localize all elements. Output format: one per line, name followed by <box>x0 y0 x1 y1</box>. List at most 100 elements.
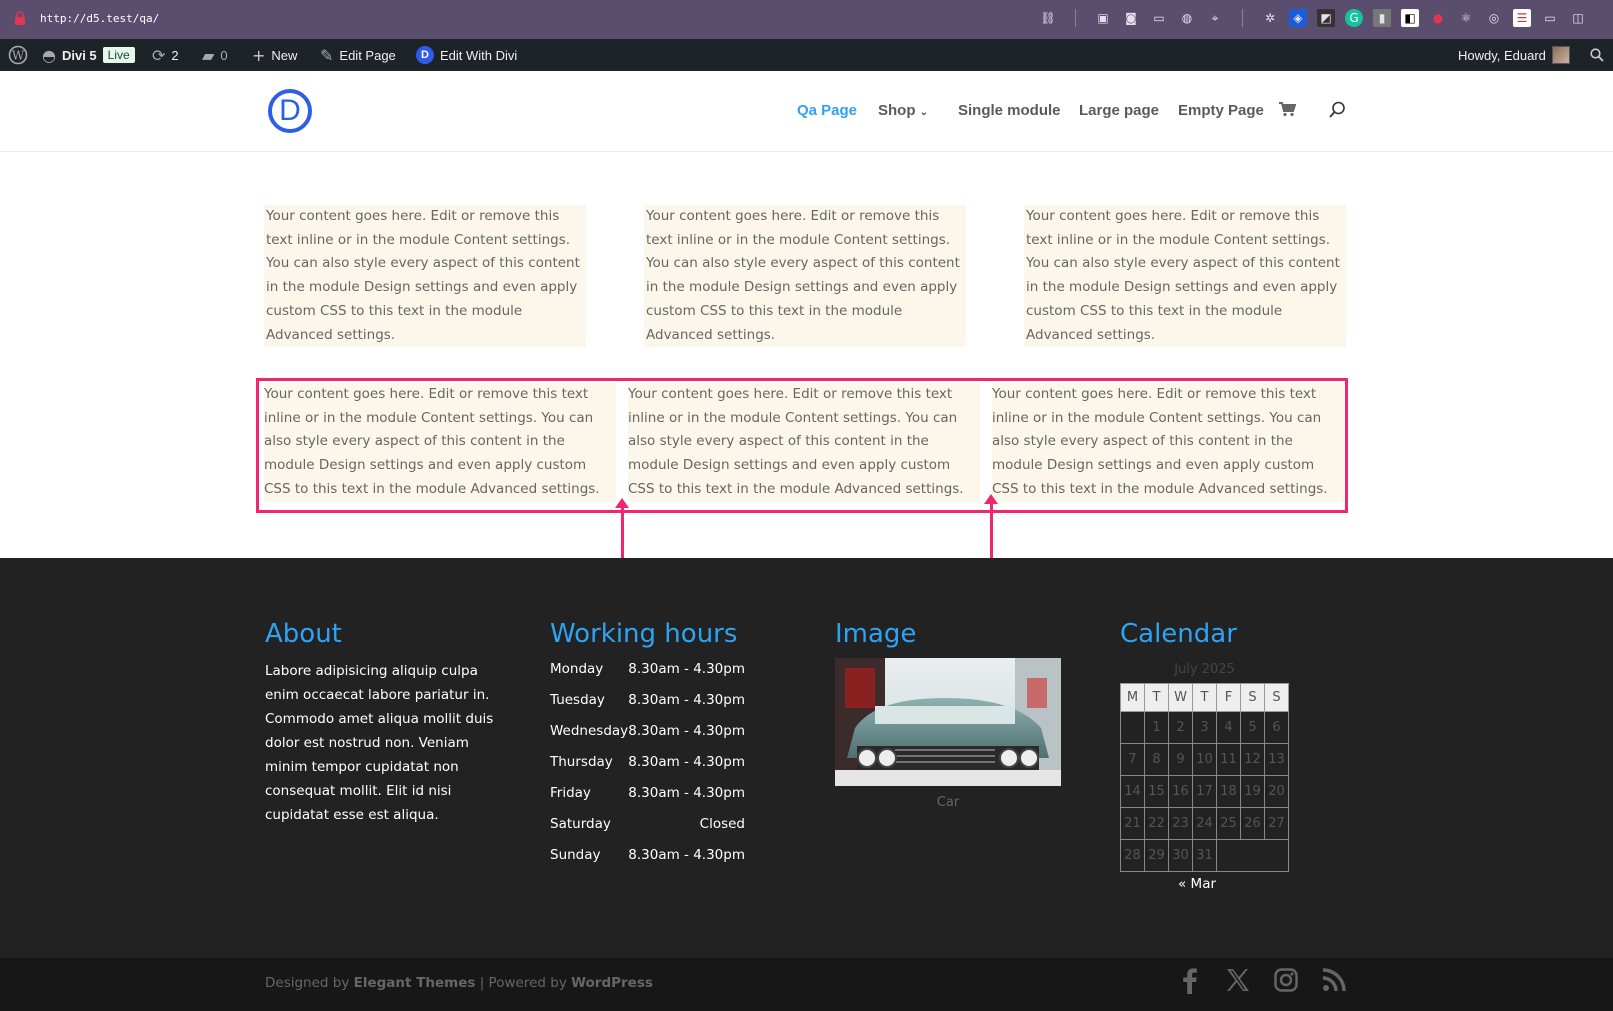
terminal-icon[interactable]: ▭ <box>1150 9 1168 27</box>
hours-day: Sunday <box>550 847 601 863</box>
hours-row: Sunday 8.30am - 4.30pm <box>550 847 745 863</box>
target-icon[interactable]: ◎ <box>1485 9 1503 27</box>
hours-day: Wednesday <box>550 723 629 739</box>
calendar-day: 12 <box>1240 743 1265 776</box>
calendar-day: 7 <box>1120 743 1145 776</box>
wordpress-link[interactable]: WordPress <box>571 975 653 991</box>
car-photo-icon <box>835 658 1061 786</box>
divi-icon: D <box>416 46 434 64</box>
footer-about-text: Labore adipisicing aliquip culpa enim oc… <box>265 663 494 823</box>
sidebar-icon[interactable]: ◫ <box>1569 9 1587 27</box>
url-field[interactable]: http://d5.test/qa/ <box>40 12 159 25</box>
calendar-day: 19 <box>1240 775 1265 808</box>
extension-icon[interactable]: ◩ <box>1317 9 1335 27</box>
car-image[interactable] <box>835 658 1061 786</box>
bitwarden-icon[interactable]: ◈ <box>1289 9 1307 27</box>
list-icon[interactable]: ☰ <box>1513 9 1531 27</box>
hours-day: Saturday <box>550 816 611 832</box>
calendar-day: 16 <box>1168 775 1193 808</box>
rss-icon[interactable] <box>1322 968 1346 992</box>
edit-with-divi-link[interactable]: D Edit With Divi <box>416 39 517 71</box>
calendar-weekday: T <box>1192 683 1217 712</box>
calendar-prev-link[interactable]: « Mar <box>1178 876 1216 892</box>
nav-large-page[interactable]: Large page <box>1079 102 1159 119</box>
designed-by-text: Designed by <box>265 975 350 991</box>
account-menu[interactable]: Howdy, Eduard <box>1458 39 1570 71</box>
nav-empty-page[interactable]: Empty Page <box>1178 102 1264 119</box>
calendar-day: 14 <box>1120 775 1145 808</box>
wordpress-logo[interactable]: W <box>8 39 28 71</box>
arrowhead-icon <box>615 498 629 508</box>
wordpress-icon: W <box>8 45 28 65</box>
powered-by-text: | Powered by <box>479 975 567 991</box>
record-icon[interactable]: ● <box>1429 9 1447 27</box>
calendar-day: 6 <box>1264 711 1289 744</box>
calendar-day: 15 <box>1144 775 1169 808</box>
calendar-weekday: F <box>1216 683 1241 712</box>
x-twitter-icon[interactable] <box>1226 968 1250 992</box>
extension-icon[interactable]: ▮ <box>1373 9 1391 27</box>
hours-time: 8.30am - 4.30pm <box>628 847 745 863</box>
search-icon <box>1590 48 1604 62</box>
nav-single-module[interactable]: Single module <box>958 102 1061 119</box>
text-module: Your content goes here. Edit or remove t… <box>1024 205 1346 348</box>
text-module: Your content goes here. Edit or remove t… <box>628 383 980 502</box>
globe-icon[interactable]: ◍ <box>1178 9 1196 27</box>
calendar-weekday: S <box>1264 683 1289 712</box>
crosshair-icon[interactable]: ⌖ <box>1206 9 1224 27</box>
new-content-menu[interactable]: + New <box>252 39 297 71</box>
instagram-icon[interactable] <box>1274 968 1298 992</box>
hours-row: Thursday 8.30am - 4.30pm <box>550 754 745 770</box>
footer-calendar-title: Calendar <box>1120 619 1237 649</box>
plus-icon: + <box>252 45 266 65</box>
calendar-day: 11 <box>1216 743 1241 776</box>
elegant-themes-link[interactable]: Elegant Themes <box>354 975 476 991</box>
calendar-day: 27 <box>1264 807 1289 840</box>
calendar-weekday: T <box>1144 683 1169 712</box>
admin-search[interactable] <box>1590 39 1604 71</box>
calendar-day: 25 <box>1216 807 1241 840</box>
calendar-day: 24 <box>1192 807 1217 840</box>
hours-day: Tuesday <box>550 692 605 708</box>
hours-time: 8.30am - 4.30pm <box>628 723 745 739</box>
footer-bottom-bar <box>0 958 1613 1011</box>
calendar-day: 20 <box>1264 775 1289 808</box>
chevron-down-icon: ⌄ <box>919 107 929 118</box>
text-module: Your content goes here. Edit or remove t… <box>264 383 616 502</box>
search-icon[interactable] <box>1328 101 1346 119</box>
puzzle-icon[interactable]: ✲ <box>1261 9 1279 27</box>
calendar-day: 3 <box>1192 711 1217 744</box>
footer-about-title: About <box>265 619 342 649</box>
camera-icon[interactable]: ◙ <box>1122 9 1140 27</box>
hours-time: 8.30am - 4.30pm <box>628 754 745 770</box>
calendar-caption: July 2025 <box>1174 662 1235 677</box>
logo-letter: D <box>279 94 301 127</box>
facebook-icon[interactable] <box>1182 968 1198 994</box>
site-logo[interactable]: D <box>268 89 312 133</box>
react-icon[interactable]: ⚛ <box>1457 9 1475 27</box>
nav-shop-label: Shop <box>878 102 916 119</box>
hours-day: Friday <box>550 785 591 801</box>
calendar-day: 26 <box>1240 807 1265 840</box>
calendar-day: 4 <box>1216 711 1241 744</box>
hours-row: Wednesday 8.30am - 4.30pm <box>550 723 745 739</box>
new-label: New <box>271 47 298 63</box>
calendar-day: 9 <box>1168 743 1193 776</box>
grammarly-icon[interactable]: G <box>1345 9 1363 27</box>
refresh-icon: ⟳ <box>152 45 166 65</box>
site-name-menu[interactable]: ◓ Divi 5 Live <box>42 39 135 71</box>
cart-icon[interactable] <box>1278 101 1296 117</box>
comments-menu[interactable]: ▰ 0 <box>202 39 228 71</box>
nav-shop[interactable]: Shop ⌄ <box>878 102 928 119</box>
link-icon[interactable]: ⛓ <box>1039 9 1057 27</box>
updates-menu[interactable]: ⟳ 2 <box>152 39 179 71</box>
site-name: Divi 5 <box>61 47 97 63</box>
edit-page-link[interactable]: ✎ Edit Page <box>320 39 396 71</box>
calendar-day: 10 <box>1192 743 1217 776</box>
window-icon[interactable]: ▭ <box>1541 9 1559 27</box>
extension-icon[interactable]: ◧ <box>1401 9 1419 27</box>
calendar-day: 28 <box>1120 839 1145 872</box>
screenshot-icon[interactable]: ▣ <box>1094 9 1112 27</box>
hours-time: Closed <box>699 816 745 832</box>
nav-qa-page[interactable]: Qa Page <box>797 102 857 119</box>
